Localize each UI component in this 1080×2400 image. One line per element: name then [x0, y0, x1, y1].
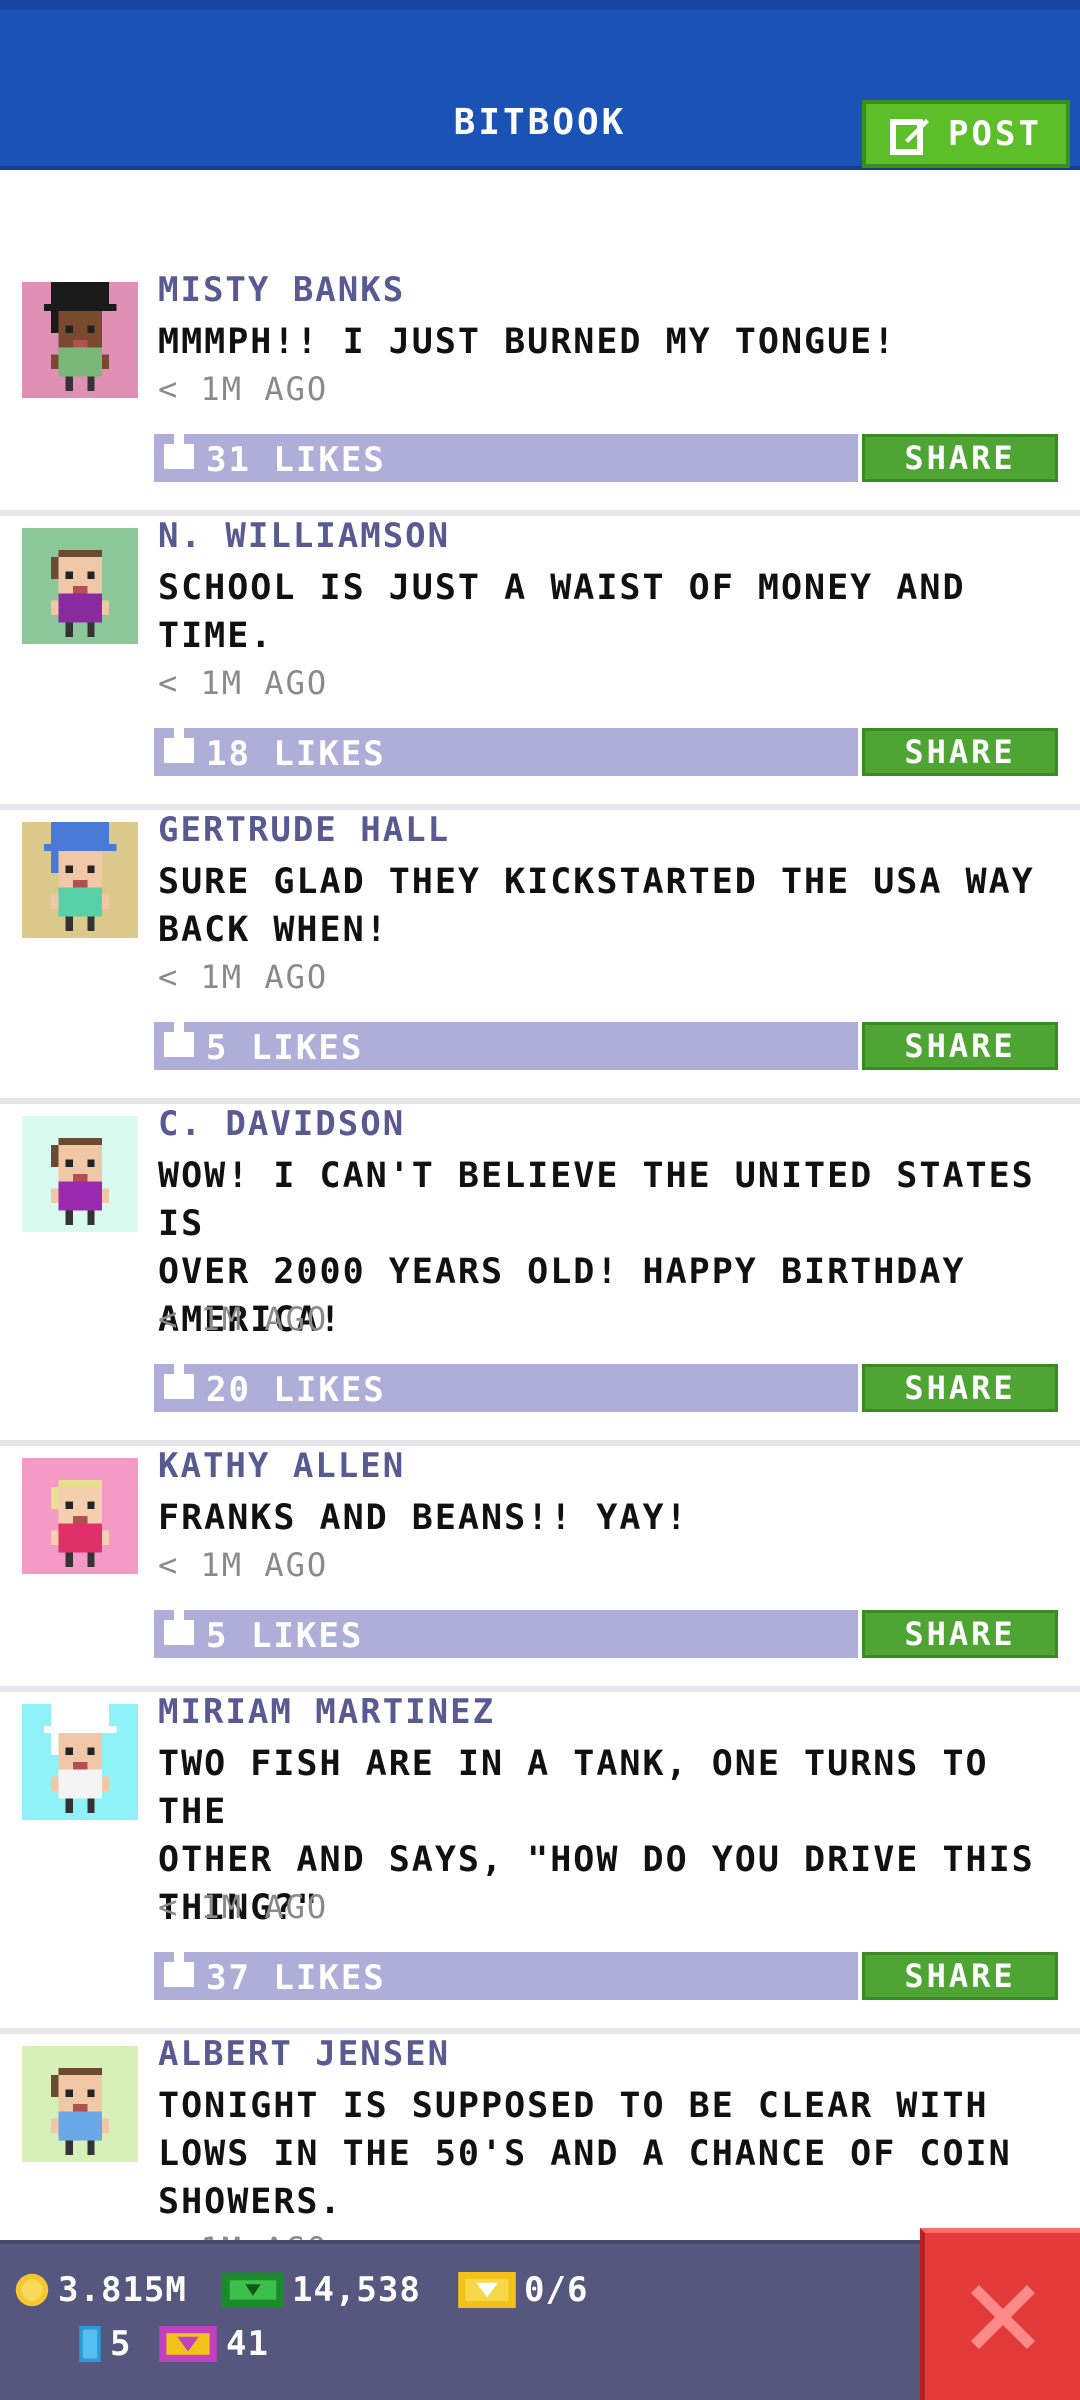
likes-bar[interactable]: 18 LIKES [154, 718, 858, 776]
share-button[interactable]: SHARE [862, 1610, 1058, 1658]
post-button-label: POST [948, 114, 1042, 154]
bitbook-screen: BITBOOK POST MISTY BANKS MMMPH!! I JUST … [0, 0, 1080, 2400]
bux-value: 14,538 [292, 2270, 421, 2310]
thumbs-up-icon [164, 1012, 194, 1057]
poster-name: GERTRUDE HALL [158, 810, 451, 850]
feed-post: GERTRUDE HALL SURE GLAD THEY KICKSTARTED… [0, 810, 1080, 1104]
post-time: < 1M AGO [158, 1888, 329, 1926]
share-button[interactable]: SHARE [862, 728, 1058, 776]
post-message: TONIGHT IS SUPPOSED TO BE CLEAR WITH LOW… [158, 2086, 1012, 2222]
thumbs-up-icon [164, 1600, 194, 1645]
poster-name: KATHY ALLEN [158, 1446, 406, 1486]
thumbs-up-icon [164, 424, 194, 469]
avatar [22, 2046, 138, 2162]
poster-name: N. WILLIAMSON [158, 516, 451, 556]
avatar [22, 528, 138, 644]
likes-bar[interactable]: 5 LIKES [154, 1012, 858, 1070]
poster-name: C. DAVIDSON [158, 1104, 406, 1144]
thumbs-up-icon [164, 718, 194, 763]
likes-bar[interactable]: 5 LIKES [154, 1600, 858, 1658]
likes-bar[interactable]: 37 LIKES [154, 1942, 858, 2000]
poster-name: ALBERT JENSEN [158, 2034, 451, 2074]
post-time: < 1M AGO [158, 1546, 329, 1584]
post-message: SCHOOL IS JUST A WAIST OF MONEY AND TIME… [158, 568, 966, 656]
post-time: < 1M AGO [158, 1300, 329, 1338]
coins-value: 3.815M [58, 2270, 187, 2310]
close-icon [970, 2284, 1035, 2349]
avatar [22, 822, 138, 938]
post-time: < 1M AGO [158, 370, 329, 408]
vip-value: 41 [226, 2324, 269, 2364]
poster-name: MIRIAM MARTINEZ [158, 1692, 496, 1732]
avatar [22, 282, 138, 398]
post-time: < 1M AGO [158, 664, 329, 702]
vip-stat: 41 [158, 2324, 269, 2364]
feed-post: MIRIAM MARTINEZ TWO FISH ARE IN A TANK, … [0, 1692, 1080, 2034]
close-button[interactable] [920, 2228, 1080, 2400]
likes-bar[interactable]: 31 LIKES [154, 424, 858, 482]
likes-count: 31 LIKES [206, 440, 386, 480]
tickets-value: 0/6 [524, 2270, 589, 2310]
avatar [22, 1458, 138, 1574]
post-message: FRANKS AND BEANS!! YAY! [158, 1498, 689, 1538]
post-message: SURE GLAD THEY KICKSTARTED THE USA WAY B… [158, 862, 1035, 950]
likes-count: 20 LIKES [206, 1370, 386, 1410]
likes-count: 5 LIKES [206, 1028, 364, 1068]
elevator-value: 5 [110, 2324, 132, 2364]
vip-icon [159, 2326, 217, 2362]
elevator-stat: 5 [78, 2324, 131, 2364]
post-message: MMMPH!! I JUST BURNED MY TONGUE! [158, 322, 897, 362]
post-button[interactable]: POST [862, 100, 1070, 168]
share-button[interactable]: SHARE [862, 1022, 1058, 1070]
feed-post: N. WILLIAMSON SCHOOL IS JUST A WAIST OF … [0, 516, 1080, 810]
bux-stat: 14,538 [222, 2270, 421, 2310]
likes-bar[interactable]: 20 LIKES [154, 1354, 858, 1412]
top-bar: BITBOOK POST [0, 0, 1080, 170]
feed-post: C. DAVIDSON WOW! I CAN'T BELIEVE THE UNI… [0, 1104, 1080, 1446]
bux-icon [222, 2272, 284, 2308]
avatar [22, 1116, 138, 1232]
thumbs-up-icon [164, 1354, 194, 1399]
share-button[interactable]: SHARE [862, 1364, 1058, 1412]
feed-post: KATHY ALLEN FRANKS AND BEANS!! YAY! < 1M… [0, 1446, 1080, 1692]
likes-count: 37 LIKES [206, 1958, 386, 1998]
likes-count: 5 LIKES [206, 1616, 364, 1656]
feed-post: MISTY BANKS MMMPH!! I JUST BURNED MY TON… [0, 270, 1080, 516]
coin-icon [15, 2273, 49, 2307]
edit-icon [890, 119, 930, 155]
thumbs-up-icon [164, 1942, 194, 1987]
tickets-stat: 0/6 [458, 2270, 588, 2310]
post-time: < 1M AGO [158, 958, 329, 996]
poster-name: MISTY BANKS [158, 270, 406, 310]
share-button[interactable]: SHARE [862, 434, 1058, 482]
likes-count: 18 LIKES [206, 734, 386, 774]
coins-stat: 3.815M [14, 2270, 187, 2310]
bottom-status-bar: 3.815M 14,538 0/6 5 41 [0, 2240, 1080, 2400]
share-button[interactable]: SHARE [862, 1952, 1058, 2000]
elevator-icon [79, 2326, 101, 2362]
avatar [22, 1704, 138, 1820]
ticket-icon [458, 2272, 516, 2308]
